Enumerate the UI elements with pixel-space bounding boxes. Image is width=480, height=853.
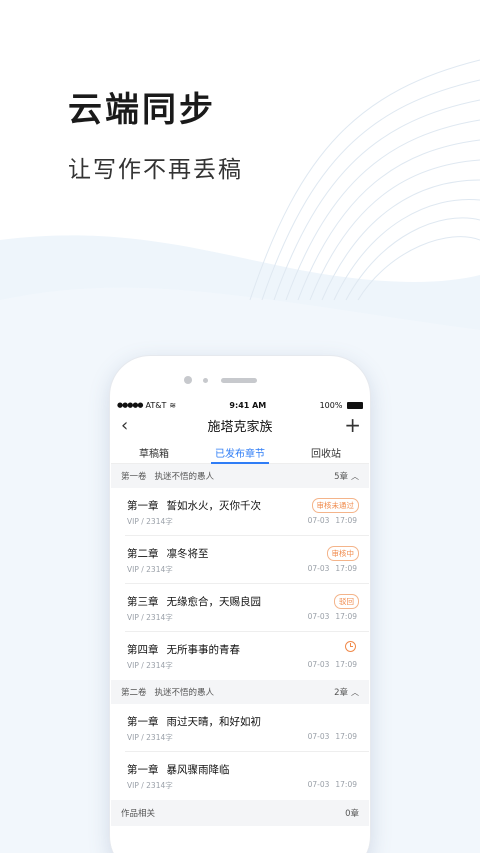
carrier: AT&T — [145, 400, 167, 410]
tab-bar: 草稿箱 已发布章节 回收站 — [111, 438, 369, 464]
status-bar: ●●●●● AT&T ≋ 9:41 AM 100% — [111, 398, 369, 412]
clock-icon — [345, 641, 356, 652]
chapter-date: 07-03 — [307, 732, 330, 741]
volume-header[interactable]: 第二卷 执迷不悟的愚人 2章 ︿ — [111, 680, 369, 704]
chapter-number: 第一章 — [127, 500, 159, 512]
chapter-row[interactable]: 第一章 暴风骤雨降临 VIP / 2314字 07-03 17:09 — [125, 752, 369, 800]
chapter-title: 暴风骤雨降临 — [166, 764, 230, 776]
chapter-time: 17:09 — [335, 612, 357, 621]
chapter-number: 第四章 — [127, 644, 159, 656]
chapter-title: 雨过天晴，和好如初 — [166, 716, 262, 728]
chapter-meta: VIP / 2314字 — [127, 517, 173, 526]
chapter-number: 第一章 — [127, 764, 159, 776]
chapter-row[interactable]: 第一章 誓如水火，灭你千次 审核未通过 VIP / 2314字 07-03 17:0… — [125, 488, 369, 536]
volume-name: 执迷不悟的愚人 — [154, 472, 215, 482]
chapter-date: 07-03 — [307, 660, 330, 669]
chapter-row[interactable]: 第四章 无所事事的青春 VIP / 2314字 07-03 17:09 — [125, 632, 369, 680]
chapter-row[interactable]: 第一章 雨过天晴，和好如初 VIP / 2314字 07-03 17:09 — [125, 704, 369, 752]
chapter-number: 第二章 — [127, 548, 159, 560]
signal-icon: ●●●●● — [117, 401, 144, 409]
chapter-time: 17:09 — [335, 780, 357, 789]
chapter-date: 07-03 — [307, 612, 330, 621]
sensor-dot — [203, 378, 208, 383]
chapter-title: 无缘愈合，天赐良园 — [166, 596, 262, 608]
tab-recycle-bin[interactable]: 回收站 — [283, 438, 369, 463]
speaker-grille — [221, 378, 257, 383]
status-badge: 审核中 — [326, 546, 359, 561]
plus-icon[interactable]: + — [344, 413, 361, 437]
volume-header[interactable]: 第一卷 执迷不悟的愚人 5章 ︿ — [111, 464, 369, 488]
works-count: 0章 — [345, 809, 359, 819]
chapter-date: 07-03 — [307, 780, 330, 789]
chapter-meta: VIP / 2314字 — [127, 733, 173, 742]
chapter-time: 17:09 — [335, 516, 357, 525]
hero-title: 云端同步 — [68, 90, 216, 130]
tab-drafts[interactable]: 草稿箱 — [111, 438, 197, 463]
chapter-meta: VIP / 2314字 — [127, 781, 173, 790]
chapter-title: 凛冬将至 — [166, 548, 209, 560]
chapter-meta: VIP / 2314字 — [127, 613, 173, 622]
camera-dot — [184, 376, 192, 384]
volume-name: 执迷不悟的愚人 — [154, 688, 215, 698]
works-related-header[interactable]: 作品相关 0章 — [111, 800, 369, 826]
chevron-left-icon[interactable]: ‹ — [121, 415, 128, 436]
chapter-time: 17:09 — [335, 564, 357, 573]
status-badge: 驳回 — [334, 594, 359, 609]
works-label: 作品相关 — [121, 809, 156, 819]
chapter-number: 第三章 — [127, 596, 159, 608]
chapter-meta: VIP / 2314字 — [127, 565, 173, 574]
chevron-up-icon[interactable]: ︿ — [351, 471, 359, 482]
volume-count: 2章 — [334, 688, 348, 698]
chapter-time: 17:09 — [335, 660, 357, 669]
tab-published[interactable]: 已发布章节 — [197, 438, 283, 464]
chapter-title: 无所事事的青春 — [166, 644, 241, 656]
chapter-title: 誓如水火，灭你千次 — [166, 500, 262, 512]
phone-screen: ●●●●● AT&T ≋ 9:41 AM 100% ‹ 施塔克家族 + 草稿箱 … — [111, 398, 369, 853]
chapter-time: 17:09 — [335, 732, 357, 741]
page-title: 施塔克家族 — [207, 419, 273, 435]
chapter-date: 07-03 — [307, 564, 330, 573]
chapter-list: 第一章 雨过天晴，和好如初 VIP / 2314字 07-03 17:09 第一章暴… — [111, 704, 369, 800]
status-time: 9:41 AM — [229, 400, 267, 410]
status-badge: 审核未通过 — [311, 498, 359, 513]
chapter-date: 07-03 — [307, 516, 330, 525]
battery-percent: 100% — [319, 400, 343, 410]
nav-bar: ‹ 施塔克家族 + — [111, 412, 369, 438]
chapter-number: 第一章 — [127, 716, 159, 728]
wifi-icon: ≋ — [169, 400, 177, 410]
phone-mockup: ●●●●● AT&T ≋ 9:41 AM 100% ‹ 施塔克家族 + 草稿箱 … — [110, 356, 370, 853]
chapter-list: 第一章 誓如水火，灭你千次 审核未通过 VIP / 2314字 07-03 17:0… — [111, 488, 369, 680]
volume-count: 5章 — [334, 472, 348, 482]
chapter-row[interactable]: 第二章 凛冬将至 审核中 VIP / 2314字 07-03 17:09 — [125, 536, 369, 584]
volume-label: 第一卷 — [121, 472, 147, 482]
chapter-row[interactable]: 第三章 无缘愈合，天赐良园 驳回 VIP / 2314字 07-03 17:09 — [125, 584, 369, 632]
chapter-meta: VIP / 2314字 — [127, 661, 173, 670]
chevron-up-icon[interactable]: ︿ — [351, 687, 359, 698]
battery-icon — [346, 401, 363, 409]
volume-label: 第二卷 — [121, 688, 147, 698]
hero-subtitle: 让写作不再丢稿 — [68, 157, 243, 183]
